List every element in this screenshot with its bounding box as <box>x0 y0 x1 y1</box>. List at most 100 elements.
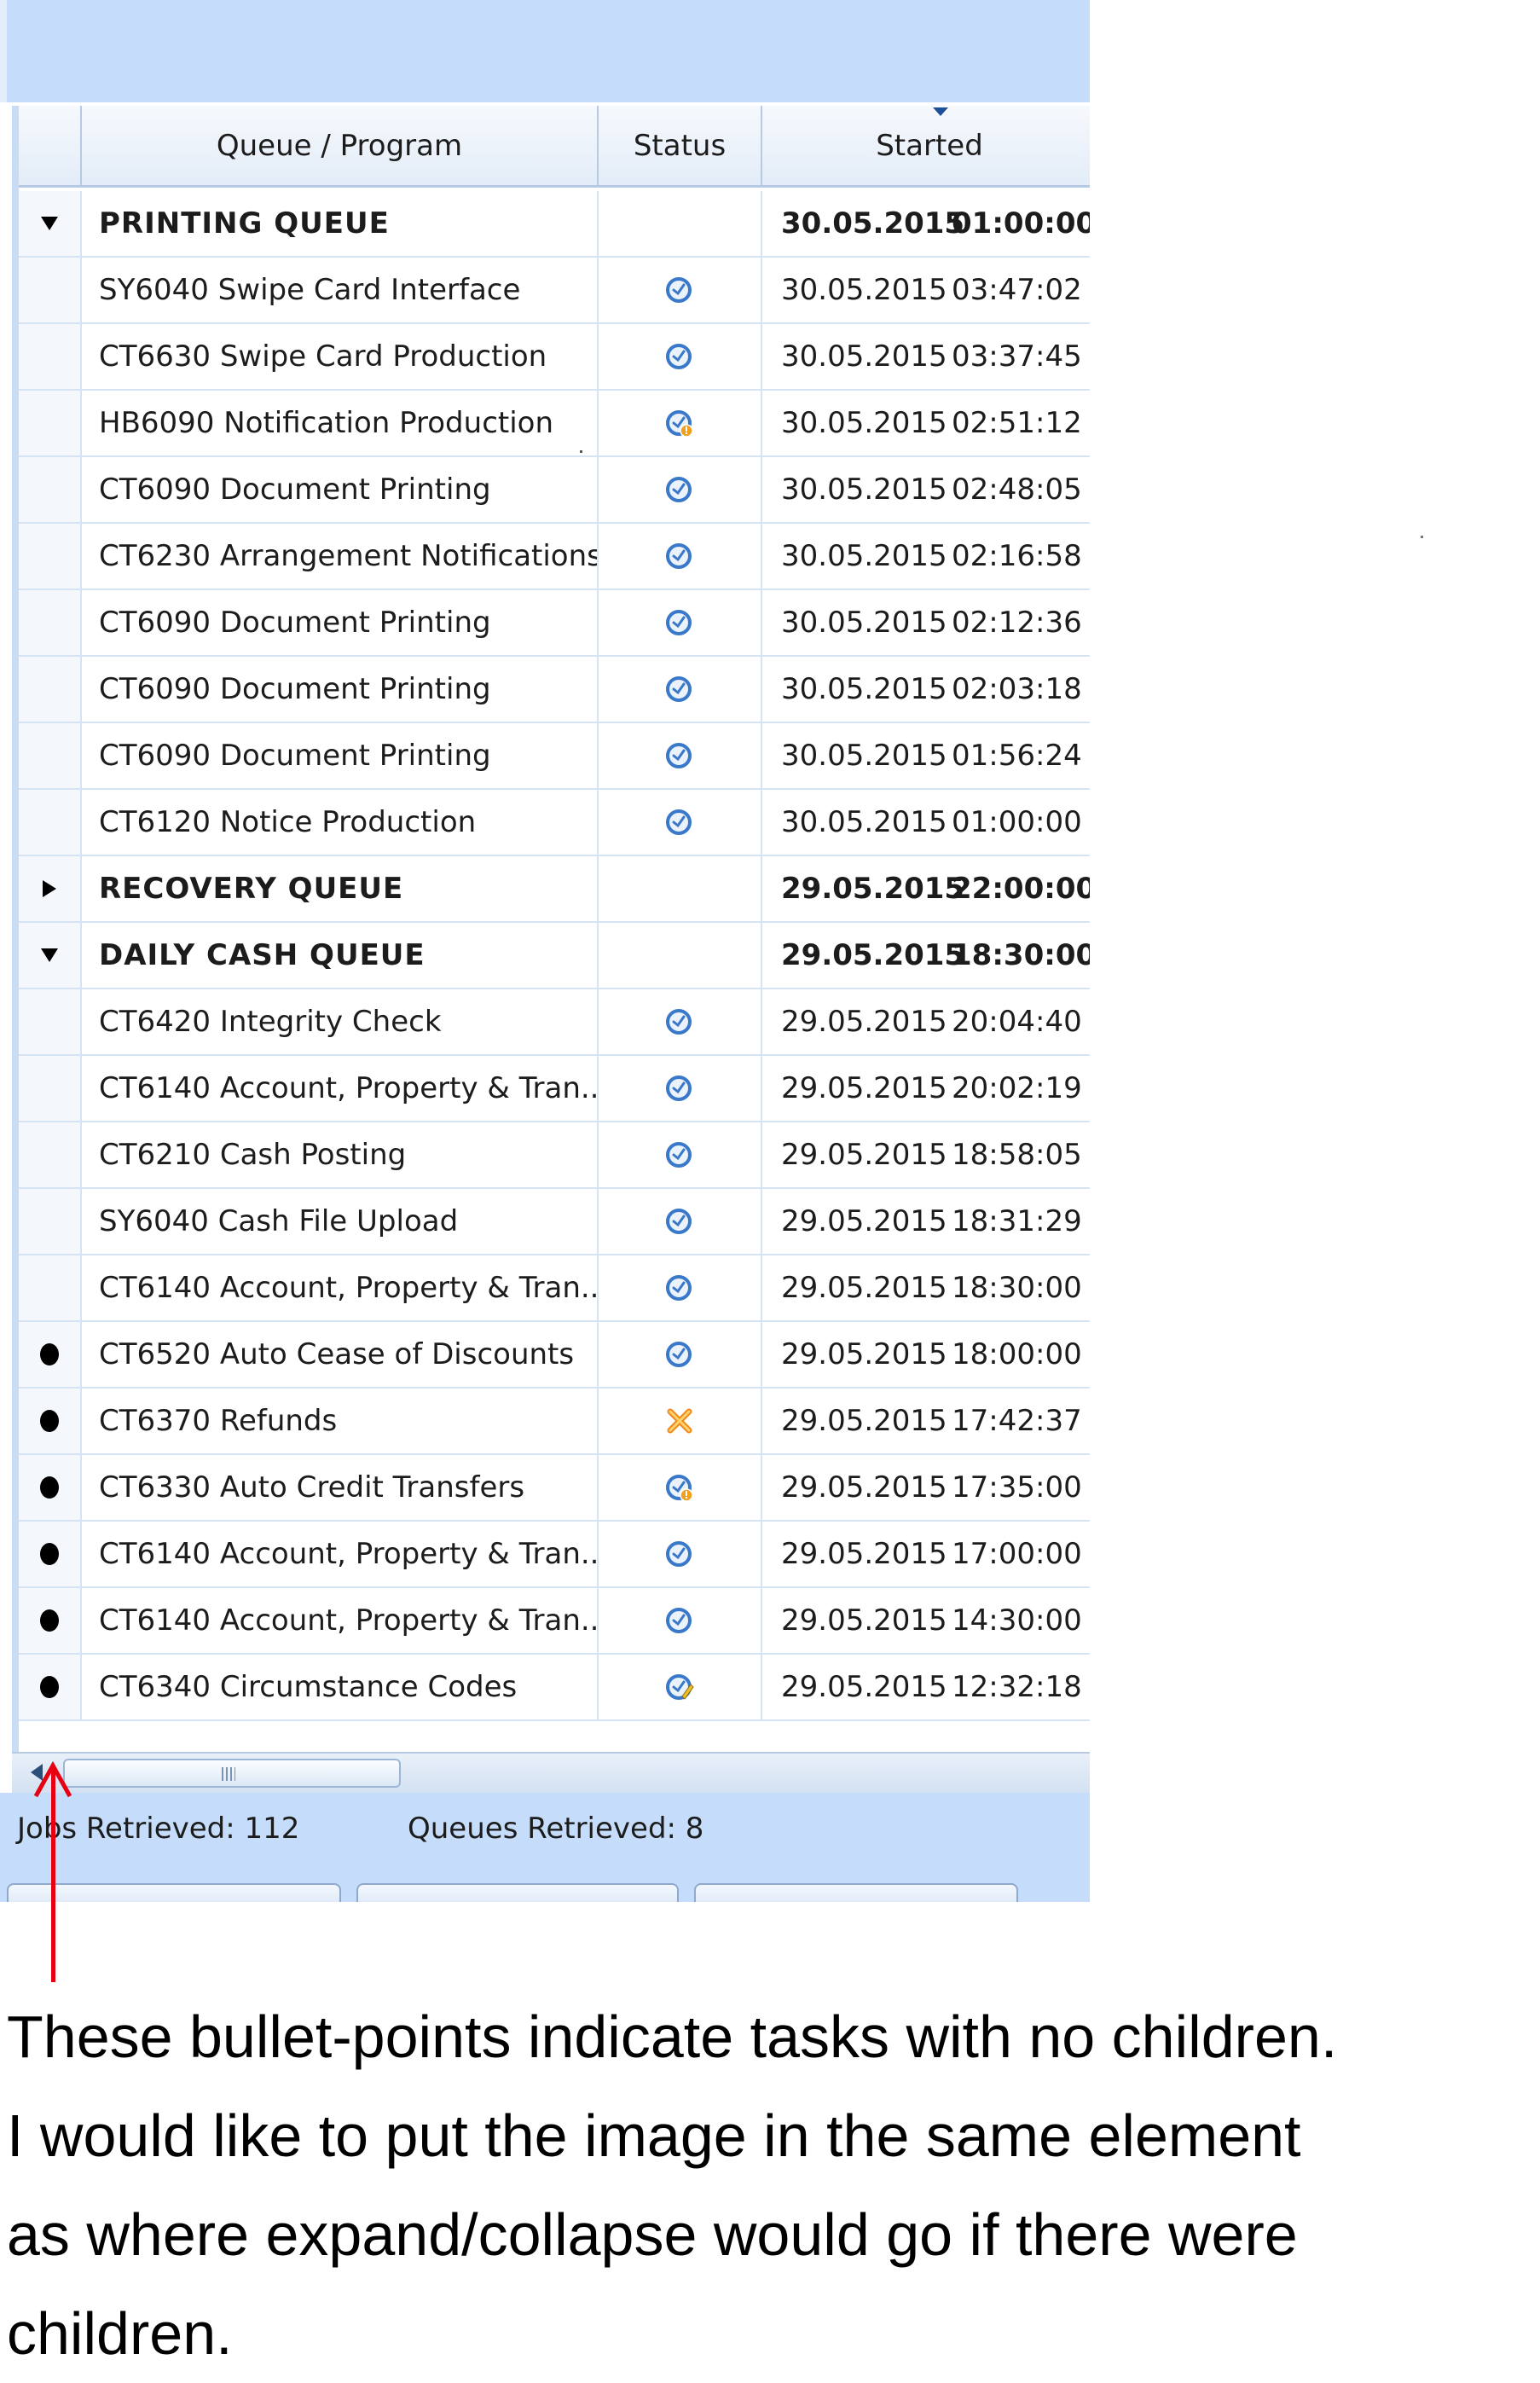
started-cell: 30.05.2015 02:48:05 <box>762 457 1090 522</box>
status-cell <box>599 1255 762 1320</box>
stray-pixel <box>580 450 582 453</box>
bullet-icon <box>40 1410 59 1432</box>
started-time: 02:12:36 <box>952 606 1082 640</box>
started-date: 30.05.2015 <box>781 273 947 307</box>
expand-triangle-icon[interactable] <box>43 880 56 897</box>
started-cell: 29.05.2015 20:04:40 <box>762 989 1090 1054</box>
row-marker-cell <box>19 391 82 455</box>
job-monitor-window: Queue / Program Status Started PRINTING … <box>0 0 1090 1902</box>
row-marker-cell <box>19 524 82 589</box>
row-marker-cell[interactable] <box>19 856 82 921</box>
job-row[interactable]: SY6040 Swipe Card Interface 30.05.2015 03:… <box>19 258 1090 324</box>
queue-name: PRINTING QUEUE <box>82 191 599 256</box>
row-marker-cell <box>19 1322 82 1387</box>
program-name: CT6630 Swipe Card Production <box>82 324 599 389</box>
bottom-button-1[interactable] <box>7 1883 341 1902</box>
collapse-triangle-icon[interactable] <box>41 948 58 962</box>
job-row[interactable]: CT6520 Auto Cease of Discounts 29.05.2015… <box>19 1322 1090 1389</box>
row-marker-cell <box>19 1255 82 1320</box>
started-date: 29.05.2015 <box>781 1670 947 1704</box>
scrollbar-thumb[interactable] <box>63 1759 401 1788</box>
job-row[interactable]: CT6370 Refunds 29.05.2015 17:42:37 <box>19 1389 1090 1455</box>
bottom-button-3[interactable] <box>694 1883 1018 1902</box>
queue-name: DAILY CASH QUEUE <box>82 923 599 988</box>
row-marker-cell <box>19 1389 82 1453</box>
job-grid: Queue / Program Status Started PRINTING … <box>12 106 1090 1752</box>
job-row[interactable]: CT6140 Account, Property & Tran.. 29.05.2… <box>19 1255 1090 1322</box>
job-row[interactable]: CT6090 Document Printing 30.05.2015 02:48:… <box>19 457 1090 524</box>
queue-group-row[interactable]: DAILY CASH QUEUE 29.05.2015 18:30:00 <box>19 923 1090 989</box>
started-cell: 30.05.2015 01:56:24 <box>762 723 1090 788</box>
started-cell: 29.05.2015 17:35:00 <box>762 1455 1090 1520</box>
job-row[interactable]: CT6630 Swipe Card Production 30.05.2015 03… <box>19 324 1090 391</box>
queue-group-row[interactable]: PRINTING QUEUE 30.05.2015 01:00:00 <box>19 191 1090 258</box>
completed-clock-icon <box>666 1076 692 1101</box>
program-name: CT6120 Notice Production <box>82 790 599 855</box>
bullet-icon <box>40 1343 59 1365</box>
job-row[interactable]: CT6420 Integrity Check 29.05.2015 20:04:40 <box>19 989 1090 1056</box>
row-marker-cell <box>19 1655 82 1719</box>
grid-header-row: Queue / Program Status Started <box>19 106 1090 188</box>
job-row[interactable]: CT6340 Circumstance Codes 29.05.2015 12:32… <box>19 1655 1090 1721</box>
completed-clock-icon <box>666 1541 692 1567</box>
horizontal-scrollbar[interactable] <box>12 1752 1090 1793</box>
header-started[interactable]: Started <box>762 106 1090 185</box>
header-queue-program[interactable]: Queue / Program <box>82 106 599 185</box>
program-name: CT6230 Arrangement Notifications <box>82 524 599 589</box>
row-marker-cell[interactable] <box>19 191 82 256</box>
started-time: 20:04:40 <box>952 1005 1082 1039</box>
job-row[interactable]: CT6090 Document Printing 30.05.2015 02:03:… <box>19 657 1090 723</box>
status-cell <box>599 524 762 589</box>
program-name: CT6340 Circumstance Codes <box>82 1655 599 1719</box>
program-name: CT6140 Account, Property & Tran.. <box>82 1255 599 1320</box>
bottom-button-2[interactable] <box>356 1883 679 1902</box>
started-date: 29.05.2015 <box>781 1138 947 1172</box>
started-date: 29.05.2015 <box>781 1005 947 1039</box>
started-time: 18:30:00 <box>952 1271 1082 1305</box>
started-date: 29.05.2015 <box>781 1271 947 1305</box>
job-row[interactable]: CT6140 Account, Property & Tran.. 29.05.2… <box>19 1588 1090 1655</box>
job-row[interactable]: CT6140 Account, Property & Tran.. 29.05.2… <box>19 1522 1090 1588</box>
status-cell <box>599 1122 762 1187</box>
status-cell <box>599 1522 762 1586</box>
job-row[interactable]: CT6210 Cash Posting 29.05.2015 18:58:05 <box>19 1122 1090 1189</box>
job-row[interactable]: CT6120 Notice Production 30.05.2015 01:00:… <box>19 790 1090 856</box>
job-row[interactable]: SY6040 Cash File Upload 29.05.2015 18:31:2… <box>19 1189 1090 1255</box>
started-time: 02:48:05 <box>952 473 1082 507</box>
annotation-line: as where expand/collapse would go if the… <box>7 2201 1298 2268</box>
started-time: 17:42:37 <box>952 1404 1082 1438</box>
button-strip <box>0 1861 1090 1902</box>
program-name: CT6210 Cash Posting <box>82 1122 599 1187</box>
stray-pixel <box>1421 536 1423 538</box>
completed-clock-icon <box>666 477 692 502</box>
collapse-triangle-icon[interactable] <box>41 217 58 230</box>
program-name: SY6040 Cash File Upload <box>82 1189 599 1254</box>
job-row[interactable]: CT6230 Arrangement Notifications 30.05.20… <box>19 524 1090 590</box>
row-marker-cell <box>19 457 82 522</box>
started-cell: 29.05.2015 12:32:18 <box>762 1655 1090 1719</box>
completed-clock-icon <box>666 743 692 768</box>
queue-group-row[interactable]: RECOVERY QUEUE 29.05.2015 22:00:00 <box>19 856 1090 923</box>
toolbar-band <box>0 0 1090 102</box>
started-date: 30.05.2015 <box>781 473 947 507</box>
grip-icon <box>222 1767 235 1781</box>
queues-retrieved-count: Queues Retrieved: 8 <box>408 1812 704 1846</box>
started-date: 30.05.2015 <box>781 206 965 241</box>
row-marker-cell <box>19 1522 82 1586</box>
job-row[interactable]: CT6090 Document Printing 30.05.2015 01:56:… <box>19 723 1090 790</box>
started-cell: 30.05.2015 03:47:02 <box>762 258 1090 322</box>
job-row[interactable]: CT6140 Account, Property & Tran.. 29.05.2… <box>19 1056 1090 1122</box>
row-marker-cell[interactable] <box>19 923 82 988</box>
job-row[interactable]: CT6330 Auto Credit Transfers 29.05.2015 17… <box>19 1455 1090 1522</box>
started-date: 29.05.2015 <box>781 1404 947 1438</box>
started-date: 30.05.2015 <box>781 406 947 440</box>
header-status[interactable]: Status <box>599 106 762 185</box>
job-row[interactable]: CT6090 Document Printing 30.05.2015 02:12:… <box>19 590 1090 657</box>
bullet-icon <box>40 1543 59 1565</box>
program-name: CT6140 Account, Property & Tran.. <box>82 1056 599 1121</box>
sort-descending-icon <box>933 107 948 116</box>
program-name: CT6140 Account, Property & Tran.. <box>82 1522 599 1586</box>
started-time: 03:47:02 <box>952 273 1082 307</box>
job-row[interactable]: HB6090 Notification Production 30.05.2015… <box>19 391 1090 457</box>
status-cell <box>599 457 762 522</box>
